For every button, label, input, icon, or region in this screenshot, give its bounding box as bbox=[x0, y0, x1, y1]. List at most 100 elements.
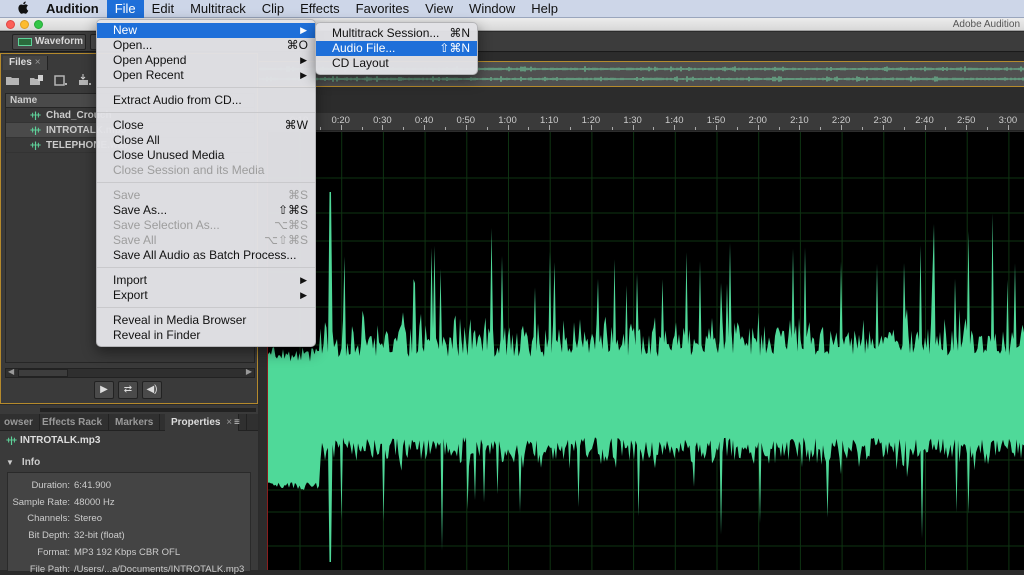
shortcut-label: ⌘O bbox=[286, 38, 308, 52]
new-file-icon[interactable] bbox=[53, 74, 69, 92]
zoom-window-button[interactable] bbox=[34, 20, 43, 29]
preview-transport: ▶ ⇄ ◀) bbox=[94, 381, 162, 399]
submenu-arrow-icon: ▶ bbox=[300, 55, 307, 65]
ruler-major-tick bbox=[507, 125, 509, 130]
menu-multitrack[interactable]: Multitrack bbox=[182, 0, 254, 18]
menu-effects[interactable]: Effects bbox=[292, 0, 348, 18]
menu-item-label: Multitrack Session... bbox=[332, 26, 440, 40]
tab-media-browser[interactable]: owser bbox=[0, 414, 40, 431]
waveform-display[interactable] bbox=[267, 132, 1024, 570]
submenu-arrow-icon: ▶ bbox=[300, 275, 307, 285]
minimize-window-button[interactable] bbox=[20, 20, 29, 29]
shortcut-label: ⌘W bbox=[284, 118, 308, 132]
menu-item-reveal-in-media-browser[interactable]: Reveal in Media Browser bbox=[97, 313, 315, 328]
menu-item-import[interactable]: Import ▶ bbox=[97, 273, 315, 288]
menu-edit[interactable]: Edit bbox=[144, 0, 182, 18]
shortcut-label: ⌘S bbox=[287, 188, 308, 202]
tab-scrollbar[interactable] bbox=[40, 408, 256, 412]
loop-button[interactable]: ⇄ bbox=[118, 381, 138, 399]
menu-item-extract-audio-from-cd[interactable]: Extract Audio from CD... bbox=[97, 93, 315, 108]
insert-icon[interactable] bbox=[77, 74, 93, 92]
menu-item-label: Open... bbox=[113, 38, 153, 52]
tab-effects-rack[interactable]: Effects Rack bbox=[36, 414, 110, 431]
menu-view[interactable]: View bbox=[417, 0, 461, 18]
waveform-view-button[interactable]: Waveform bbox=[12, 34, 86, 50]
menu-item-multitrack-session[interactable]: Multitrack Session... ⌘N bbox=[316, 26, 477, 41]
time-ruler[interactable]: 0:100:200:300:400:501:001:101:201:301:40… bbox=[259, 113, 1024, 131]
menu-app-audition[interactable]: Audition bbox=[40, 0, 107, 18]
info-row-channels: Channels: Stereo bbox=[27, 513, 102, 524]
files-horizontal-scrollbar[interactable]: ◀ ▶ bbox=[5, 367, 255, 378]
ruler-major-tick bbox=[549, 125, 551, 130]
menu-window[interactable]: Window bbox=[461, 0, 523, 18]
autoplay-button[interactable]: ◀) bbox=[142, 381, 162, 399]
menu-item-export[interactable]: Export ▶ bbox=[97, 288, 315, 303]
menu-item-label: Import bbox=[113, 273, 148, 287]
menu-item-label: Open Recent bbox=[113, 68, 184, 82]
ruler-minor-tick bbox=[736, 127, 738, 130]
menu-item-label: CD Layout bbox=[332, 56, 389, 70]
properties-file-name: +|+ INTROTALK.mp3 bbox=[6, 435, 100, 446]
menu-item-close-all[interactable]: Close All bbox=[97, 133, 315, 148]
shortcut-label: ⇧⌘S bbox=[277, 203, 308, 217]
menu-item-open-append[interactable]: Open Append ▶ bbox=[97, 53, 315, 68]
ruler-minor-tick bbox=[486, 127, 488, 130]
menu-item-save-all: Save All ⌥⇧⌘S bbox=[97, 233, 315, 248]
ruler-major-tick bbox=[716, 125, 717, 130]
ruler-major-tick bbox=[924, 125, 926, 130]
menu-item-label: Open Append bbox=[113, 53, 187, 67]
menu-file[interactable]: File bbox=[106, 0, 144, 18]
files-toolbar bbox=[5, 74, 93, 92]
info-section-header[interactable]: ▼ Info bbox=[6, 457, 40, 468]
menu-item-close-session-and-its-media: Close Session and its Media bbox=[97, 163, 315, 178]
menu-item-close[interactable]: Close ⌘W bbox=[97, 118, 315, 133]
menu-help[interactable]: Help bbox=[523, 0, 566, 18]
info-row-sample-rate: Sample Rate: 48000 Hz bbox=[12, 497, 115, 508]
submenu-arrow-icon: ▶ bbox=[300, 290, 307, 300]
menu-clip[interactable]: Clip bbox=[254, 0, 292, 18]
close-tab-icon[interactable]: × bbox=[35, 57, 41, 68]
menu-item-audio-file[interactable]: Audio File... ⇧⌘N bbox=[316, 41, 477, 56]
tab-files-label: Files bbox=[9, 57, 32, 68]
scrollbar-thumb[interactable] bbox=[18, 369, 68, 377]
ruler-major-tick bbox=[1007, 125, 1009, 130]
waveform-canvas bbox=[268, 132, 1024, 570]
tab-markers[interactable]: Markers bbox=[109, 414, 161, 431]
submenu-arrow-icon: ▶ bbox=[300, 70, 307, 80]
properties-tab-bar: owser Effects Rack Markers Properties × … bbox=[0, 414, 258, 431]
shortcut-label: ⌘N bbox=[449, 26, 470, 40]
ruler-minor-tick bbox=[695, 127, 697, 130]
play-button[interactable]: ▶ bbox=[94, 381, 114, 399]
menu-item-new[interactable]: New ▶ bbox=[97, 23, 315, 38]
shortcut-label: ⇧⌘N bbox=[439, 41, 470, 55]
tab-properties-label: Properties bbox=[171, 417, 221, 428]
menu-item-save-as[interactable]: Save As... ⇧⌘S bbox=[97, 203, 315, 218]
menu-item-cd-layout[interactable]: CD Layout bbox=[316, 56, 477, 71]
menu-item-close-unused-media[interactable]: Close Unused Media bbox=[97, 148, 315, 163]
menu-item-label: Save As... bbox=[113, 203, 168, 217]
menu-item-label: New bbox=[113, 23, 138, 37]
menu-item-save-all-audio-as-batch-process[interactable]: Save All Audio as Batch Process... bbox=[97, 248, 315, 263]
ruler-minor-tick bbox=[361, 127, 363, 130]
menu-item-open-recent[interactable]: Open Recent ▶ bbox=[97, 68, 315, 83]
panel-menu-icon[interactable]: ≡ bbox=[228, 414, 247, 431]
scroll-right-arrow-icon[interactable]: ▶ bbox=[246, 367, 252, 376]
ruler-minor-tick bbox=[444, 127, 446, 130]
scroll-left-arrow-icon[interactable]: ◀ bbox=[8, 367, 14, 376]
tab-files[interactable]: Files × bbox=[3, 56, 48, 70]
properties-panel: owser Effects Rack Markers Properties × … bbox=[0, 405, 258, 575]
ruler-major-tick bbox=[382, 125, 384, 130]
open-folder-icon[interactable] bbox=[5, 74, 21, 92]
import-file-icon[interactable] bbox=[29, 74, 45, 92]
menu-item-label: Close bbox=[113, 118, 144, 132]
menu-item-label: Reveal in Media Browser bbox=[113, 313, 247, 327]
close-window-button[interactable] bbox=[6, 20, 15, 29]
menu-item-open[interactable]: Open... ⌘O bbox=[97, 38, 315, 53]
menu-favorites[interactable]: Favorites bbox=[348, 0, 417, 18]
ruler-major-tick bbox=[340, 125, 342, 130]
apple-icon[interactable] bbox=[14, 1, 32, 17]
audio-file-icon: +|+ bbox=[6, 435, 17, 445]
ruler-minor-tick bbox=[528, 127, 530, 130]
menu-item-reveal-in-finder[interactable]: Reveal in Finder bbox=[97, 328, 315, 343]
file-menu: New ▶ Open... ⌘O Open Append ▶ Open Recent ▶ Ext… bbox=[96, 19, 316, 347]
